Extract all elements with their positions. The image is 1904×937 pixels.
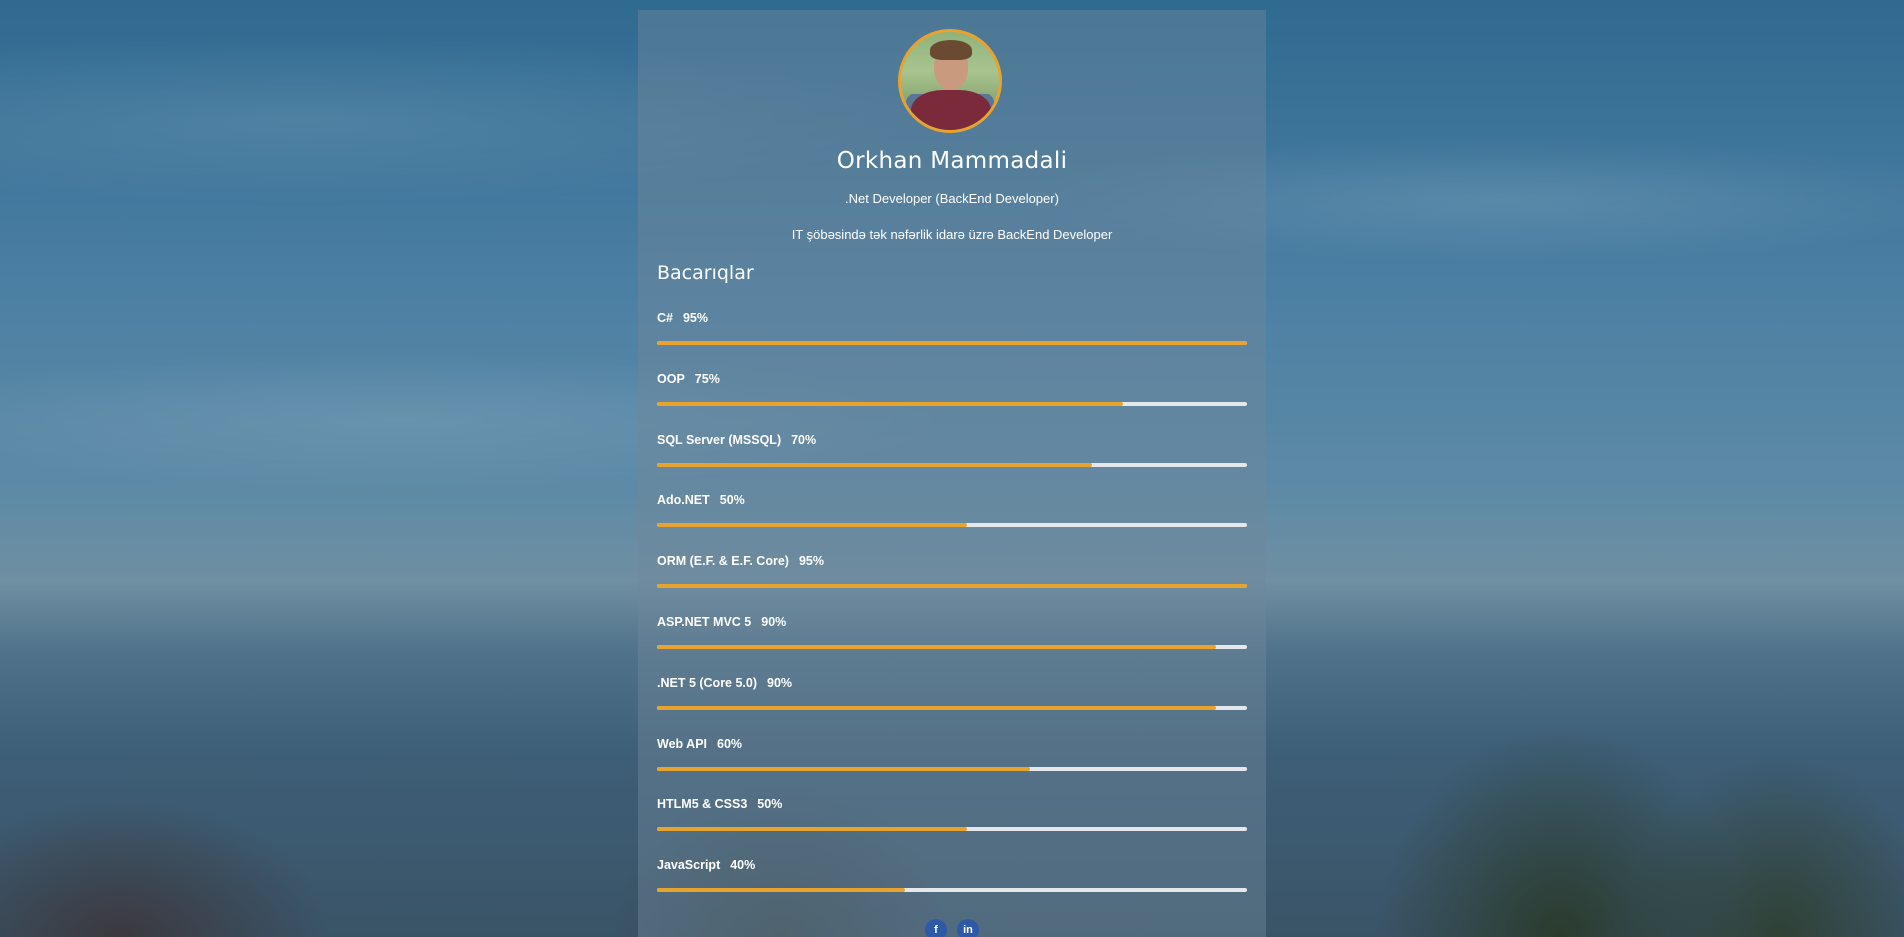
skill-progress-bar <box>657 644 1247 649</box>
skill-item: .NET 5 (Core 5.0) 90% <box>657 673 1247 734</box>
skill-item: HTLM5 & CSS3 50% <box>657 794 1247 855</box>
linkedin-icon[interactable]: in <box>957 919 979 937</box>
skill-progress-fill <box>657 644 1216 649</box>
skill-progress-fill <box>657 523 968 528</box>
skill-percent: 50% <box>719 493 745 508</box>
skill-progress-fill <box>657 584 1247 589</box>
skill-item: ORM (E.F. & E.F. Core) 95% <box>657 551 1247 612</box>
skill-label: OOP <box>657 371 685 386</box>
skill-percent: 70% <box>791 432 817 447</box>
skill-progress-bar <box>657 888 1247 893</box>
skill-label: Ado.NET <box>657 493 710 508</box>
profile-description: IT şöbəsində tək nəfərlik idarə üzrə Bac… <box>791 227 1113 242</box>
skill-percent: 90% <box>761 614 787 629</box>
skill-progress-bar <box>657 766 1247 771</box>
skill-item: Web API 60% <box>657 734 1247 795</box>
skill-progress-bar <box>657 584 1247 589</box>
profile-card: Orkhan Mammadali .Net Developer (BackEnd… <box>638 10 1266 937</box>
skill-progress-fill <box>657 888 906 893</box>
skill-item: Ado.NET 50% <box>657 490 1247 551</box>
skill-label: SQL Server (MSSQL) <box>657 432 782 447</box>
skill-label: JavaScript <box>657 858 721 873</box>
skill-label: ASP.NET MVC 5 <box>657 614 752 629</box>
skill-progress-fill <box>657 401 1124 406</box>
skill-label: Web API <box>657 736 708 751</box>
skill-progress-fill <box>657 827 968 832</box>
skill-progress-bar <box>657 827 1247 832</box>
skill-label: ORM (E.F. & E.F. Core) <box>657 554 789 569</box>
skill-progress-bar <box>657 341 1247 345</box>
skill-item: OOP 75% <box>657 369 1247 430</box>
skill-progress-bar <box>657 401 1247 406</box>
skill-label: HTLM5 & CSS3 <box>657 797 748 812</box>
skill-item: JavaScript 40% <box>657 855 1247 916</box>
skill-progress-fill <box>657 766 1030 771</box>
skill-progress-fill <box>657 341 1247 345</box>
profile-name: Orkhan Mammadali <box>836 148 1068 174</box>
skill-percent: 50% <box>757 797 783 812</box>
skill-percent: 60% <box>717 736 743 751</box>
facebook-icon[interactable]: f <box>925 919 947 937</box>
skill-percent: 90% <box>767 675 793 690</box>
skills-heading: Bacarıqlar <box>657 262 754 284</box>
skill-percent: 95% <box>798 554 824 569</box>
skill-progress-bar <box>657 523 1247 528</box>
avatar <box>898 29 1002 133</box>
skill-progress-bar <box>657 462 1247 467</box>
profile-role: .Net Developer (BackEnd Developer) <box>845 191 1059 206</box>
skill-percent: 75% <box>694 371 720 386</box>
skill-progress-bar <box>657 705 1247 710</box>
skill-percent: 40% <box>730 858 756 873</box>
skill-label: .NET 5 (Core 5.0) <box>657 675 758 690</box>
skill-item: SQL Server (MSSQL) 70% <box>657 430 1247 491</box>
social-links: f in <box>638 919 1266 937</box>
skill-progress-fill <box>657 462 1092 467</box>
skill-label: C# <box>657 311 673 325</box>
skill-progress-fill <box>657 705 1216 710</box>
skill-item: ASP.NET MVC 5 90% <box>657 612 1247 673</box>
skills-list: C# 95% OOP 75% SQL Server (MSSQL) 70% Ado.N… <box>657 308 1247 916</box>
skill-item: C# 95% <box>657 308 1247 369</box>
skill-percent: 95% <box>682 311 709 325</box>
